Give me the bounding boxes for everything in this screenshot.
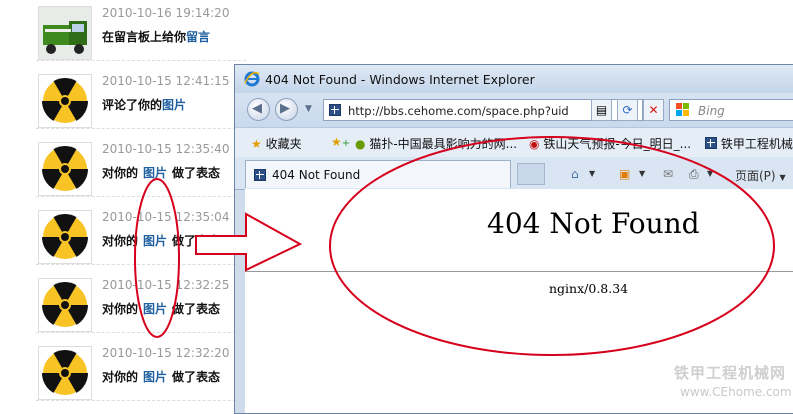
annotation-overlay [134, 136, 775, 356]
watermark-logo: 铁甲工程机械网 [674, 364, 787, 382]
watermark-url: www.CEhome.com [680, 385, 792, 399]
annotation-ellipse-error [329, 136, 775, 356]
annotation-arrow-icon [195, 212, 303, 272]
annotation-ellipse-link [134, 178, 180, 338]
